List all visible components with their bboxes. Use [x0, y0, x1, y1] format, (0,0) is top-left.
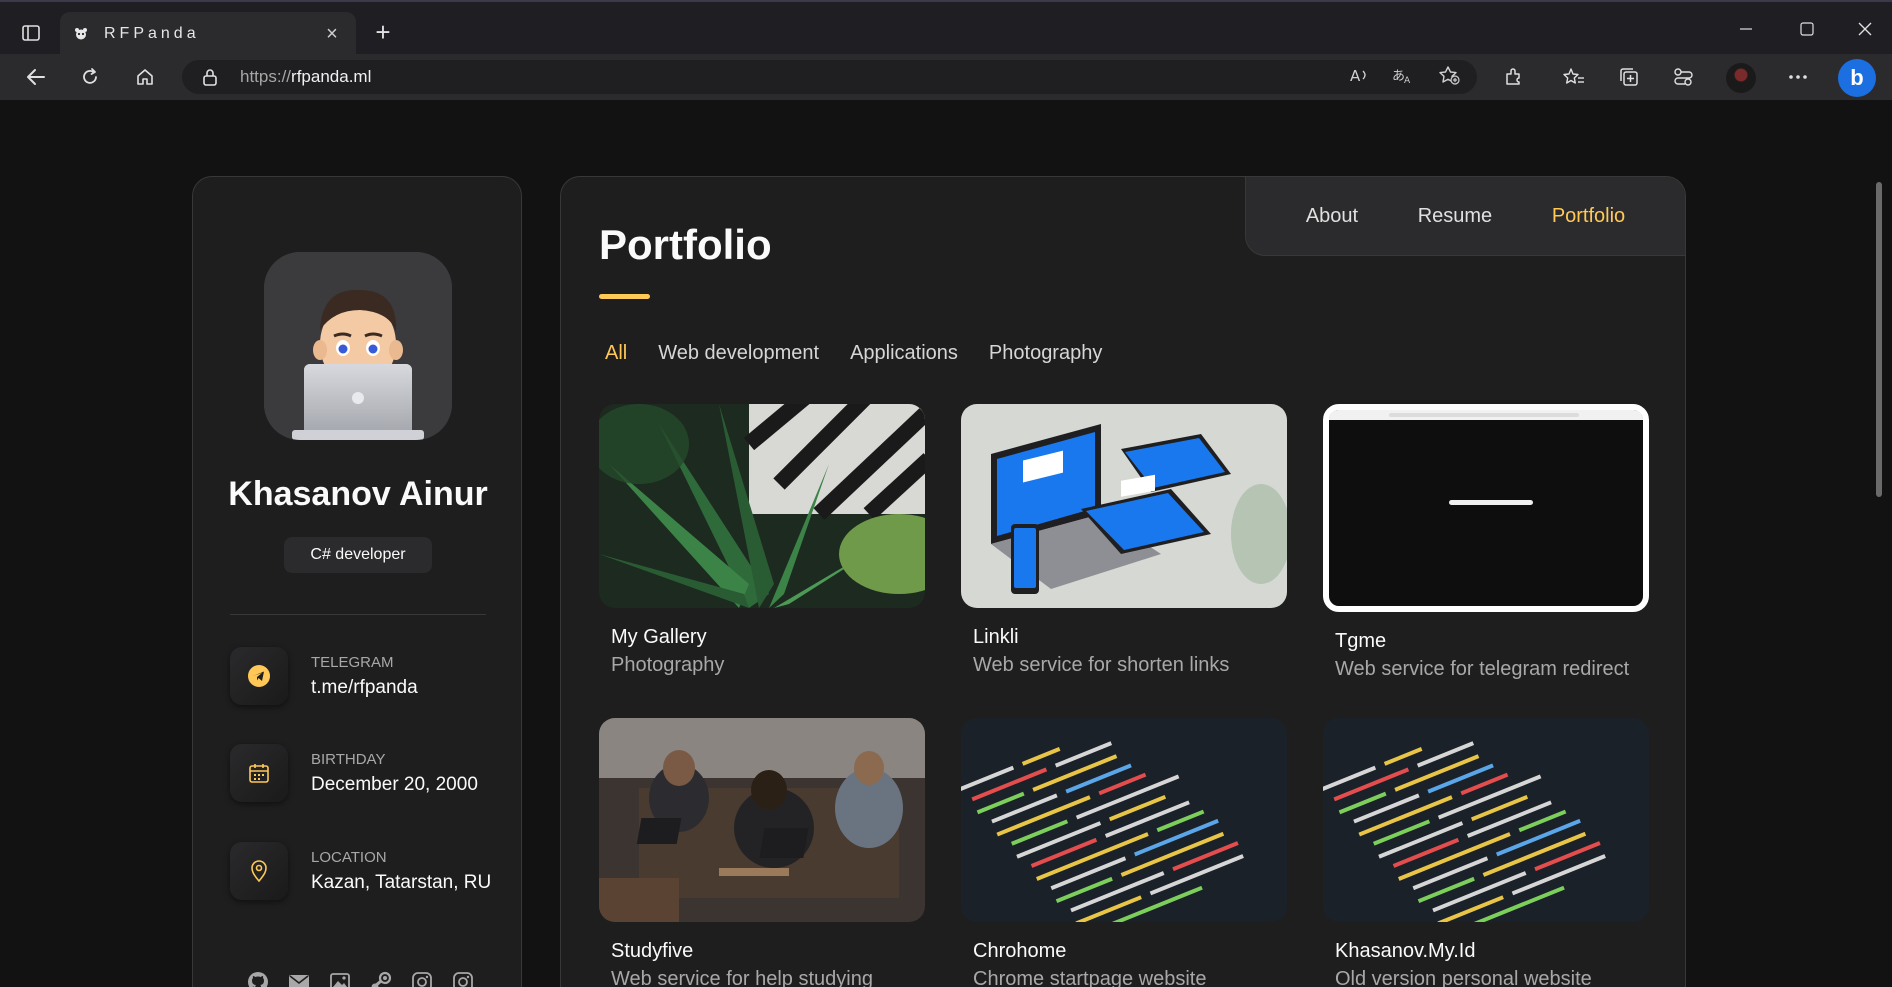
- back-icon[interactable]: [19, 62, 53, 92]
- tab-title: RFPanda: [104, 25, 200, 42]
- nav-resume[interactable]: Resume: [1418, 205, 1492, 228]
- project-category: Old version personal website: [1335, 968, 1592, 987]
- github-icon[interactable]: [245, 969, 271, 987]
- profile-name: Khasanov Ainur: [228, 475, 488, 513]
- maximize-icon[interactable]: [1787, 14, 1827, 44]
- title-bar: RFPanda × +: [0, 0, 1892, 56]
- nav-about[interactable]: About: [1306, 205, 1358, 228]
- location-value: Kazan, Tatarstan, RU: [311, 872, 492, 893]
- filter-applications[interactable]: Applications: [850, 342, 958, 365]
- location-pin-icon: [230, 842, 288, 900]
- portfolio-panel: About Resume Portfolio Portfolio All Web…: [560, 176, 1686, 987]
- browser-toolbar: https://rfpanda.ml A あA b: [0, 54, 1892, 100]
- contact-telegram: Telegram t.me/rfpanda: [230, 647, 500, 707]
- project-title: Khasanov.My.Id: [1335, 940, 1476, 962]
- tab-close-icon[interactable]: ×: [322, 23, 342, 46]
- project-thumbnail[interactable]: [599, 718, 925, 922]
- url-text: https://rfpanda.ml: [240, 67, 372, 86]
- address-bar[interactable]: https://rfpanda.ml: [182, 60, 1477, 94]
- home-icon[interactable]: [128, 62, 162, 92]
- sidebar-divider: [230, 614, 486, 615]
- translate-icon[interactable]: あA: [1388, 60, 1418, 90]
- new-tab-icon[interactable]: +: [368, 18, 398, 48]
- read-aloud-icon[interactable]: A: [1345, 60, 1375, 90]
- birthday-value: December 20, 2000: [311, 774, 478, 795]
- project-thumbnail[interactable]: [1323, 718, 1649, 922]
- page-title: Portfolio: [599, 221, 772, 268]
- filter-photography[interactable]: Photography: [989, 342, 1102, 365]
- favorites-icon[interactable]: [1557, 62, 1591, 92]
- steam-icon[interactable]: [368, 969, 394, 987]
- instagram-icon[interactable]: [450, 969, 476, 987]
- instagram-icon[interactable]: [409, 969, 435, 987]
- browser-tab[interactable]: RFPanda ×: [60, 12, 356, 56]
- collections-icon[interactable]: [1612, 62, 1646, 92]
- contact-label: Telegram: [311, 654, 394, 671]
- refresh-icon[interactable]: [73, 62, 107, 92]
- project-card-chrohome[interactable]: Chrohome Chrome startpage website: [961, 718, 1287, 987]
- project-thumbnail[interactable]: [599, 404, 925, 608]
- performance-icon[interactable]: [1666, 62, 1700, 92]
- svg-text:A: A: [1350, 67, 1361, 84]
- profile-sidebar: Khasanov Ainur C# developer Telegram t.m…: [192, 176, 522, 987]
- filter-all[interactable]: All: [605, 342, 627, 365]
- profile-avatar[interactable]: [1726, 63, 1756, 93]
- project-card-tgme[interactable]: Tgme Web service for telegram redirect: [1323, 404, 1649, 681]
- panda-favicon-icon: [74, 27, 88, 41]
- browser-window: RFPanda × + https://rfpanda.ml A あ A b K…: [0, 0, 1892, 987]
- contact-location: Location Kazan, Tatarstan, RU: [230, 842, 500, 902]
- calendar-icon: [230, 744, 288, 802]
- minimize-icon[interactable]: [1726, 14, 1766, 44]
- contact-label: Location: [311, 849, 387, 866]
- telegram-icon: [230, 647, 288, 705]
- nav-portfolio[interactable]: Portfolio: [1552, 205, 1625, 228]
- bing-icon[interactable]: b: [1838, 59, 1876, 97]
- mail-icon[interactable]: [286, 969, 312, 987]
- role-badge: C# developer: [284, 537, 432, 573]
- project-card-linkli[interactable]: Linkli Web service for shorten links: [961, 404, 1287, 677]
- project-title: Chrohome: [973, 940, 1067, 962]
- svg-text:A: A: [1404, 76, 1411, 84]
- project-category: Web service for help studying: [611, 968, 873, 987]
- project-card-studyfive[interactable]: Studyfive Web service for help studying: [599, 718, 925, 987]
- project-category: Chrome startpage website: [973, 968, 1207, 987]
- contact-label: Birthday: [311, 751, 386, 768]
- extensions-icon[interactable]: [1496, 62, 1530, 92]
- title-underline: [599, 294, 650, 299]
- project-title: Tgme: [1335, 630, 1387, 652]
- page-viewport: Khasanov Ainur C# developer Telegram t.m…: [0, 100, 1892, 987]
- project-thumbnail[interactable]: [1323, 404, 1649, 612]
- filter-web-development[interactable]: Web development: [658, 342, 819, 365]
- project-thumbnail[interactable]: [961, 718, 1287, 922]
- contact-birthday: Birthday December 20, 2000: [230, 744, 500, 804]
- project-card-my-gallery[interactable]: My Gallery Photography: [599, 404, 925, 677]
- top-navbar: About Resume Portfolio: [1245, 177, 1685, 256]
- project-title: Studyfive: [611, 940, 694, 962]
- add-favorite-icon[interactable]: [1434, 60, 1464, 90]
- project-card-khasanov-my-id[interactable]: Khasanov.My.Id Old version personal webs…: [1323, 718, 1649, 987]
- gallery-icon[interactable]: [327, 969, 353, 987]
- social-links: [245, 969, 476, 987]
- avatar: [264, 252, 452, 440]
- more-options-icon[interactable]: [1781, 62, 1815, 92]
- project-category: Web service for shorten links: [973, 654, 1230, 676]
- project-category: Web service for telegram redirect: [1335, 658, 1630, 680]
- project-title: My Gallery: [611, 626, 707, 648]
- project-title: Linkli: [973, 626, 1019, 648]
- lock-icon[interactable]: [202, 68, 222, 86]
- filter-list: All Web development Applications Photogr…: [605, 342, 1102, 365]
- scrollbar[interactable]: [1876, 182, 1882, 497]
- tab-actions-icon[interactable]: [16, 18, 46, 48]
- project-category: Photography: [611, 654, 725, 676]
- project-thumbnail[interactable]: [961, 404, 1287, 608]
- close-window-icon[interactable]: [1845, 14, 1885, 44]
- telegram-link[interactable]: t.me/rfpanda: [311, 677, 418, 699]
